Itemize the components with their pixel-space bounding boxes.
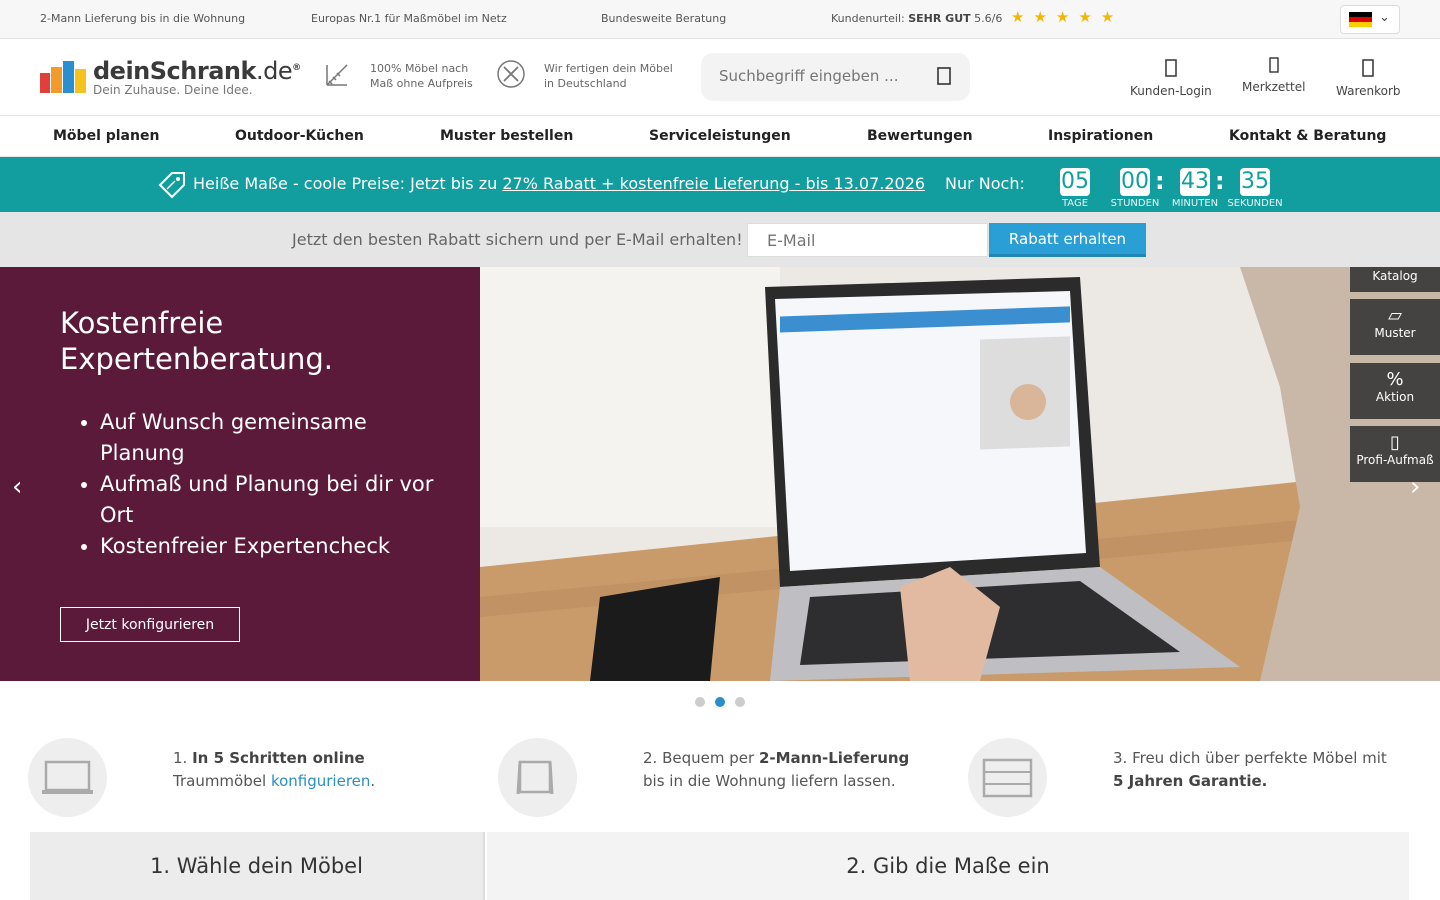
- countdown-hours: 00: [1120, 168, 1150, 196]
- nav-outdoor-kuechen[interactable]: Outdoor-Küchen: [235, 128, 364, 144]
- countdown-label: Nur Noch:: [945, 174, 1025, 193]
- user-icon: [1130, 59, 1212, 82]
- configurator-tabs: 1. Wähle dein Möbel 2. Gib die Maße ein: [30, 832, 1410, 900]
- rating-label: Kundenurteil:: [831, 12, 905, 25]
- cabinet-icon: [968, 738, 1047, 817]
- newsletter-label: Jetzt den besten Rabatt sichern und per …: [292, 230, 743, 249]
- customer-login[interactable]: Kunden-Login: [1130, 59, 1212, 98]
- slider-dot-active[interactable]: [715, 697, 725, 707]
- laptop-consultation-image: [480, 267, 1440, 681]
- hero-bullet: Aufmaß und Planung bei dir vor Ort: [100, 469, 440, 531]
- usp-consulting: Bundesweite Beratung: [601, 12, 727, 25]
- slider-prev-arrow-icon[interactable]: ‹: [12, 472, 22, 502]
- promo-link[interactable]: 27% Rabatt + kostenfreie Lieferung - bis…: [502, 174, 925, 193]
- tools-icon: [497, 60, 525, 88]
- rating-stars-icon: ★★★★★: [1011, 8, 1124, 26]
- nav-inspirationen[interactable]: Inspirationen: [1048, 128, 1153, 144]
- tab-choose-furniture[interactable]: 1. Wähle dein Möbel: [30, 832, 485, 900]
- movers-icon: [498, 738, 577, 817]
- top-info-bar: 2-Mann Lieferung bis in die Wohnung Euro…: [0, 0, 1440, 39]
- rating-value: SEHR GUT: [908, 12, 971, 25]
- promo-text: Heiße Maße - coole Preise: Jetzt bis zu …: [193, 174, 926, 193]
- nav-muster-bestellen[interactable]: Muster bestellen: [440, 128, 573, 144]
- newsletter-bar: Jetzt den besten Rabatt sichern und per …: [0, 212, 1440, 267]
- countdown-seconds: 35: [1240, 168, 1270, 196]
- countdown-days-label: TAGE: [1061, 198, 1089, 209]
- hero-text-panel: Kostenfreie Expertenberatung. Auf Wunsch…: [0, 267, 480, 681]
- hero-slider: Kostenfreie Expertenberatung. Auf Wunsch…: [0, 267, 1440, 681]
- search-box: [701, 53, 970, 101]
- email-field[interactable]: [747, 223, 988, 257]
- slider-dot[interactable]: [735, 697, 745, 707]
- fabric-swatch-icon: ▱: [1388, 305, 1402, 326]
- hero-title: Kostenfreie Expertenberatung.: [60, 306, 333, 376]
- tab-enter-dimensions[interactable]: 2. Gib die Maße ein: [487, 832, 1409, 900]
- logo[interactable]: deinSchrank.de® Dein Zuhause. Deine Idee…: [40, 57, 301, 99]
- sidebar-measure[interactable]: ▯ Profi-Aufmaß: [1350, 426, 1440, 482]
- heart-icon: [1242, 57, 1305, 78]
- logo-name: deinSchrank: [93, 57, 256, 85]
- sidebar-promotion[interactable]: % Aktion: [1350, 363, 1440, 419]
- percent-icon: %: [1386, 369, 1404, 390]
- hero-bullets: Auf Wunsch gemeinsame Planung Aufmaß und…: [100, 407, 440, 562]
- usp-europe-no1: Europas Nr.1 für Maßmöbel im Netz: [311, 12, 507, 25]
- logo-tagline: Dein Zuhause. Deine Idee.: [93, 83, 253, 97]
- main-navigation: Möbel planen Outdoor-Küchen Muster beste…: [0, 116, 1440, 157]
- customer-rating[interactable]: Kundenurteil: SEHR GUT 5.6/6: [831, 12, 1002, 25]
- step-configure: 1. In 5 Schritten online Traummöbel konfi…: [28, 738, 468, 818]
- logo-reg: ®: [292, 63, 301, 73]
- countdown-minutes: 43: [1180, 168, 1210, 196]
- slider-dot[interactable]: [695, 697, 705, 707]
- usp-delivery: 2-Mann Lieferung bis in die Wohnung: [40, 12, 246, 25]
- german-flag-icon: [1349, 12, 1372, 27]
- usp-made-in-germany: Wir fertigen dein Möbel in Deutschland: [544, 62, 673, 90]
- nav-bewertungen[interactable]: Bewertungen: [867, 128, 973, 144]
- cart[interactable]: Warenkorb: [1336, 59, 1401, 98]
- countdown-colon: :: [1215, 167, 1225, 195]
- language-selector[interactable]: ⌄: [1340, 5, 1400, 34]
- search-icon[interactable]: [937, 67, 951, 90]
- nav-kontakt-beratung[interactable]: Kontakt & Beratung: [1229, 128, 1386, 144]
- configure-link[interactable]: konfigurieren: [271, 772, 370, 790]
- hero-image: ›: [480, 267, 1440, 681]
- nav-serviceleistungen[interactable]: Serviceleistungen: [649, 128, 791, 144]
- discount-tag-icon: [158, 172, 185, 199]
- ruler-pencil-icon: [326, 64, 348, 86]
- step-delivery: 2. Bequem per 2-Mann-Lieferung bis in die…: [498, 738, 938, 818]
- cart-icon: [1336, 59, 1401, 82]
- site-header: deinSchrank.de® Dein Zuhause. Deine Idee…: [0, 39, 1440, 116]
- countdown-colon: :: [1155, 167, 1165, 195]
- countdown-days: 05: [1060, 168, 1090, 196]
- nav-moebel-planen[interactable]: Möbel planen: [53, 128, 159, 144]
- laptop-icon: [28, 738, 107, 817]
- sidebar-catalog[interactable]: Katalog: [1350, 267, 1440, 292]
- step-guarantee: 3. Freu dich über perfekte Möbel mit 5 Ja…: [968, 738, 1408, 818]
- usp-made-to-measure: 100% Möbel nach Maß ohne Aufpreis: [370, 62, 473, 90]
- countdown-seconds-label: SEKUNDEN: [1227, 198, 1283, 209]
- search-input[interactable]: [719, 67, 919, 85]
- countdown-minutes-label: MINUTEN: [1171, 198, 1219, 209]
- sidebar-samples[interactable]: ▱ Muster: [1350, 299, 1440, 355]
- measure-icon: ▯: [1390, 432, 1400, 453]
- countdown-hours-label: STUNDEN: [1110, 198, 1160, 209]
- promo-banner: Heiße Maße - coole Preise: Jetzt bis zu …: [0, 157, 1440, 212]
- wishlist[interactable]: Merkzettel: [1242, 57, 1305, 94]
- jetzt-konfigurieren-button[interactable]: Jetzt konfigurieren: [60, 607, 240, 642]
- logo-blocks-icon: [40, 61, 86, 93]
- chevron-down-icon: ⌄: [1379, 10, 1390, 25]
- rating-score: 5.6/6: [974, 12, 1003, 25]
- hero-bullet: Kostenfreier Expertencheck: [100, 531, 440, 562]
- rabatt-erhalten-button[interactable]: Rabatt erhalten: [989, 223, 1146, 257]
- hero-bullet: Auf Wunsch gemeinsame Planung: [100, 407, 440, 469]
- logo-tld: .de: [255, 57, 293, 85]
